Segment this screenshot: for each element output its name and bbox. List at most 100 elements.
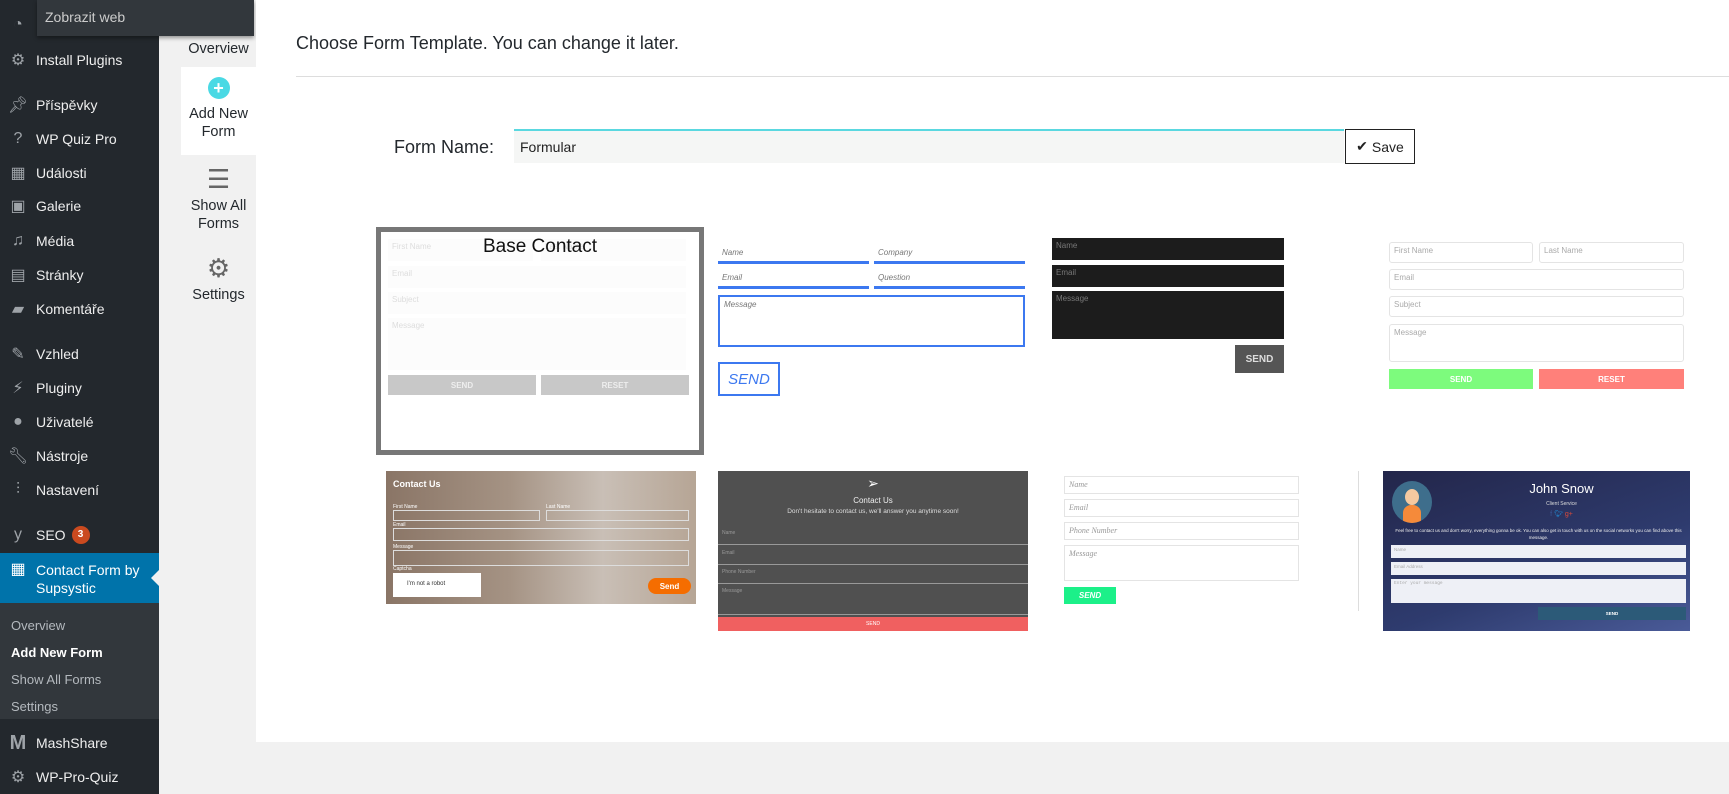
reset-preview: RESET <box>541 375 689 395</box>
preview-title: Contact Us <box>853 496 893 505</box>
template-base-contact[interactable]: First Name Last Name Email Subject Messa… <box>376 227 704 455</box>
preview-name: John Snow <box>1529 481 1594 496</box>
menu-item-komentare[interactable]: ▰ Komentáře <box>0 294 159 324</box>
preview-role: Client Service <box>1546 501 1577 507</box>
menu-item-pluginy[interactable]: ⚡︎ Pluginy <box>0 373 159 403</box>
menu-item-uzivatele[interactable]: ● Uživatelé <box>0 407 159 437</box>
admin-sidebar: ◔ ⚙ Install Plugins 📌︎ Příspěvky ? WP Quiz … <box>0 0 159 794</box>
submenu-overview[interactable]: Overview <box>11 618 65 633</box>
template-gray[interactable]: ➢ Contact Us Don't hesitate to contact u… <box>718 471 1028 631</box>
menu-item-wp-quiz-pro[interactable]: ? WP Quiz Pro <box>0 124 159 154</box>
menu-label: Uživatelé <box>36 414 94 430</box>
form-name-input[interactable] <box>514 129 1344 163</box>
field-preview: Email <box>388 266 686 288</box>
send-preview: SEND <box>1389 369 1533 389</box>
avatar <box>1392 481 1432 523</box>
facebook-icon: f <box>1550 511 1553 518</box>
field-preview: Phone Number <box>718 566 1028 584</box>
send-preview: SEND <box>1538 607 1686 620</box>
subnav-label: Show All Forms <box>190 198 247 232</box>
menu-item-install-plugins[interactable]: ⚙ Install Plugins <box>0 45 159 75</box>
main-content: Choose Form Template. You can change it … <box>256 0 1729 742</box>
field-preview: Message <box>1064 545 1299 581</box>
menu-item-vzhled[interactable]: ✎ Vzhled <box>0 339 159 369</box>
template-coffee[interactable]: Contact Us First Name Last Name Email Me… <box>386 471 696 604</box>
menu-label: Install Plugins <box>36 52 123 68</box>
preview-text: Feel free to contact us and don't worry,… <box>1395 528 1682 540</box>
menu-item-nastroje[interactable]: 🔧︎ Nástroje <box>0 441 159 471</box>
preview-label: Captcha <box>393 566 412 572</box>
send-preview: SEND <box>718 617 1028 631</box>
menu-label: Příspěvky <box>36 97 98 113</box>
template-green-red[interactable]: First Name Last Name Email Subject Messa… <box>1389 240 1686 392</box>
field-preview: Enter your message <box>1391 579 1686 603</box>
divider <box>296 76 1729 77</box>
menu-item-wp-pro-quiz[interactable]: ⚙ WP-Pro-Quiz <box>0 762 159 792</box>
pin-icon: 📌︎ <box>7 97 29 114</box>
subnav-add-new-form[interactable]: + Add New Form <box>181 67 256 155</box>
subnav-overview[interactable]: Overview <box>181 40 256 58</box>
media-icon: ♫ <box>12 232 24 249</box>
view-site-tooltip[interactable]: Zobrazit web <box>37 0 254 36</box>
menu-item-galerie[interactable]: ▣ Galerie <box>0 191 159 221</box>
menu-item-stranky[interactable]: ▤ Stránky <box>0 260 159 290</box>
send-preview: SEND <box>718 362 780 396</box>
m-icon: M <box>9 731 27 754</box>
preview-subtitle: Don't hesitate to contact us, we'll answ… <box>787 508 959 515</box>
plugin-subnav: Overview + Add New Form ☰ Show All Forms… <box>159 0 256 794</box>
submenu-add-new-form[interactable]: Add New Form <box>11 645 103 660</box>
menu-item-nastaveni[interactable]: ⫶ Nastavení <box>0 475 159 505</box>
field-preview: Question <box>874 270 1025 289</box>
menu-item-media[interactable]: ♫ Média <box>0 226 159 256</box>
template-script[interactable]: Name Email Phone Number Message SEND <box>1052 471 1359 611</box>
template-john-snow[interactable]: John Snow Client Service f 🐦︎ g+ Feel fr… <box>1383 471 1690 631</box>
field-preview: Email <box>1389 269 1684 290</box>
wrench-icon: 🔧︎ <box>7 448 29 465</box>
gear-icon: ⚙ <box>10 52 26 69</box>
plus-circle-icon: + <box>207 77 230 99</box>
preview-title: Contact Us <box>393 479 441 489</box>
menu-label: Události <box>36 165 87 181</box>
reset-preview: RESET <box>1539 369 1684 389</box>
menu-item-mashshare[interactable]: M MashShare <box>0 728 159 758</box>
dashboard-icon: ◔ <box>13 16 23 33</box>
send-preview: Send <box>648 578 691 594</box>
menu-label: SEO <box>36 527 66 543</box>
menu-label: Nástroje <box>36 448 89 464</box>
template-blue[interactable]: Name Company Email Question Message SEND <box>718 240 1028 400</box>
field-preview: Message <box>1052 291 1284 339</box>
send-preview: SEND <box>1235 345 1284 373</box>
menu-item-seo[interactable]: y SEO 3 <box>0 520 159 550</box>
menu-label: MashShare <box>36 735 108 751</box>
menu-item-contact-form[interactable]: ▦ Contact Form by Supsystic <box>0 553 159 603</box>
field-preview: Phone Number <box>1064 522 1299 540</box>
brush-icon: ✎ <box>11 346 25 363</box>
plugin-icon: ⚡︎ <box>12 380 24 397</box>
submenu-settings[interactable]: Settings <box>11 699 58 714</box>
settings-icon: ⫶ <box>15 481 20 498</box>
field-preview <box>393 510 540 521</box>
save-button[interactable]: ✔ Save <box>1345 129 1415 164</box>
field-preview: Name <box>718 245 869 264</box>
template-dark[interactable]: Name Email Message SEND <box>1052 238 1284 374</box>
subnav-show-all-forms[interactable]: ☰ Show All Forms <box>181 165 256 233</box>
subnav-label: Add New Form <box>189 106 248 140</box>
field-preview: Message <box>388 318 686 370</box>
menu-label: Vzhled <box>36 346 79 362</box>
menu-item-udalosti[interactable]: ▦ Události <box>0 158 159 188</box>
submenu-show-all-forms[interactable]: Show All Forms <box>11 672 101 687</box>
field-preview: Subject <box>1389 296 1684 317</box>
save-label: Save <box>1371 138 1404 155</box>
menu-item-prispevky[interactable]: 📌︎ Příspěvky <box>0 90 159 120</box>
field-preview: Company <box>874 245 1025 264</box>
field-preview <box>393 528 689 541</box>
user-icon: ● <box>13 413 23 430</box>
menu-label: Komentáře <box>36 301 105 317</box>
subnav-settings[interactable]: ⚙ Settings <box>181 254 256 304</box>
google-plus-icon: g+ <box>1564 511 1573 518</box>
menu-label: Contact Form by Supsystic <box>36 562 140 596</box>
field-preview: Name <box>1052 238 1284 260</box>
notification-badge: 3 <box>71 526 90 544</box>
menu-label: Stránky <box>36 267 84 283</box>
menu-label: Galerie <box>36 198 82 214</box>
